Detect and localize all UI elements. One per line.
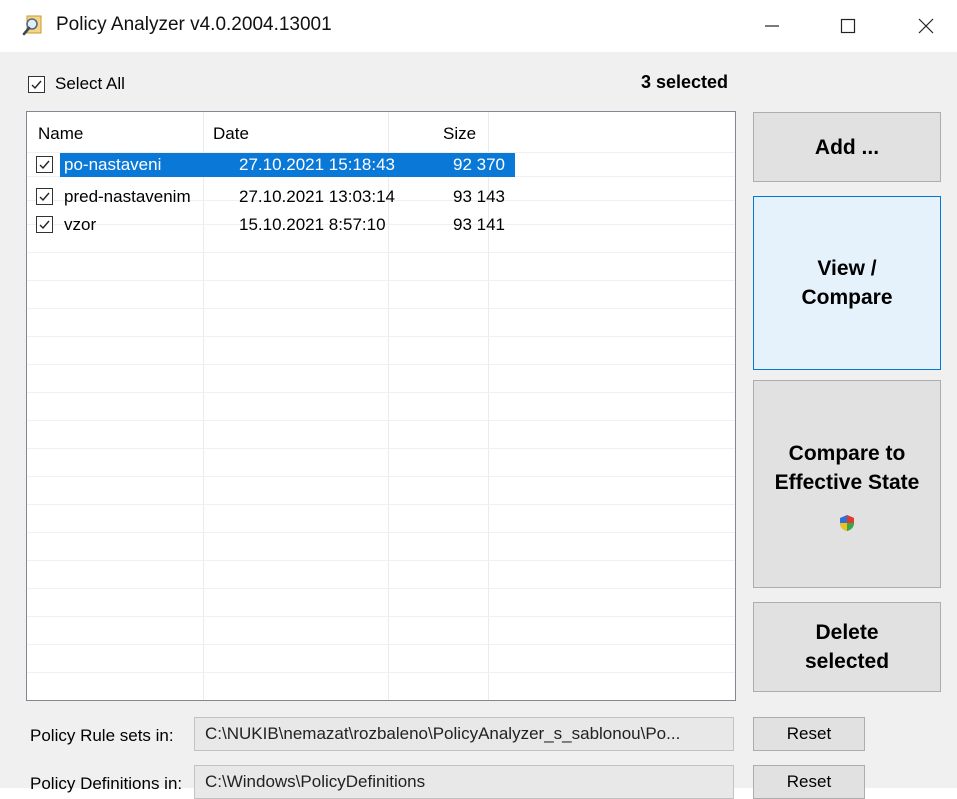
definitions-label: Policy Definitions in: — [30, 774, 183, 793]
check-icon — [28, 75, 45, 93]
row-size: 92 370 — [416, 153, 515, 177]
policy-list[interactable]: Name Date Size po-nastaveni 27.10.2021 1… — [26, 111, 736, 701]
list-item-vzor[interactable]: vzor 15.10.2021 8:57:10 93 141 — [27, 213, 735, 237]
add-button-label: Add ... — [814, 135, 880, 159]
window-title: Policy Analyzer v4.0.2004.13001 — [56, 14, 332, 35]
row-checkbox[interactable] — [36, 156, 53, 173]
row-size: 93 141 — [453, 215, 505, 234]
reset-definitions-button[interactable]: Reset — [753, 765, 865, 799]
select-all-label: Select All — [55, 74, 125, 93]
row-date: 27.10.2021 15:18:43 — [231, 153, 416, 177]
rule-sets-path-field[interactable]: C:\NUKIB\nemazat\rozbaleno\PolicyAnalyze… — [194, 717, 734, 751]
row-checkbox[interactable] — [36, 188, 53, 205]
compare-effective-state-button[interactable]: Compare to Effective State — [753, 380, 941, 588]
list-header: Name Date Size — [27, 112, 735, 152]
delete-selected-button[interactable]: Delete selected — [753, 602, 941, 692]
column-header-name[interactable]: Name — [38, 124, 83, 144]
check-icon — [39, 192, 50, 202]
title-bar: Policy Analyzer v4.0.2004.13001 — [0, 0, 957, 52]
row-checkbox[interactable] — [36, 216, 53, 233]
delete-selected-label: Delete selected — [804, 621, 890, 673]
view-compare-label: View / Compare — [801, 257, 893, 309]
minimize-icon — [765, 25, 779, 27]
app-magnifier-icon — [22, 13, 46, 37]
list-item-pred-nastavenim[interactable]: pred-nastavenim 27.10.2021 13:03:14 93 1… — [27, 185, 735, 209]
selected-count: 3 selected — [640, 72, 728, 92]
compare-effective-label: Compare to Effective State — [774, 442, 920, 494]
row-date: 27.10.2021 13:03:14 — [239, 187, 395, 206]
shield-icon — [838, 511, 856, 531]
definitions-path-field[interactable]: C:\Windows\PolicyDefinitions — [194, 765, 734, 799]
rule-sets-label: Policy Rule sets in: — [30, 726, 174, 745]
select-all-checkbox[interactable]: Select All — [28, 74, 125, 94]
view-compare-button[interactable]: View / Compare — [753, 196, 941, 370]
maximize-button[interactable] — [820, 0, 876, 52]
check-icon — [39, 160, 50, 170]
close-icon — [918, 18, 934, 34]
row-date: 15.10.2021 8:57:10 — [239, 215, 386, 234]
row-name: po-nastaveni — [60, 153, 231, 177]
column-header-size[interactable]: Size — [443, 124, 476, 144]
reset-rule-sets-button[interactable]: Reset — [753, 717, 865, 751]
check-icon — [39, 220, 50, 230]
minimize-button[interactable] — [744, 0, 800, 52]
maximize-icon — [840, 18, 856, 34]
column-header-date[interactable]: Date — [213, 124, 249, 144]
close-button[interactable] — [898, 0, 954, 52]
row-name: vzor — [64, 215, 97, 234]
row-size: 93 143 — [453, 187, 505, 206]
add-button[interactable]: Add ... — [753, 112, 941, 182]
row-name: pred-nastavenim — [64, 187, 191, 206]
list-item-po-nastaveni[interactable]: po-nastaveni 27.10.2021 15:18:43 92 370 — [27, 153, 735, 177]
